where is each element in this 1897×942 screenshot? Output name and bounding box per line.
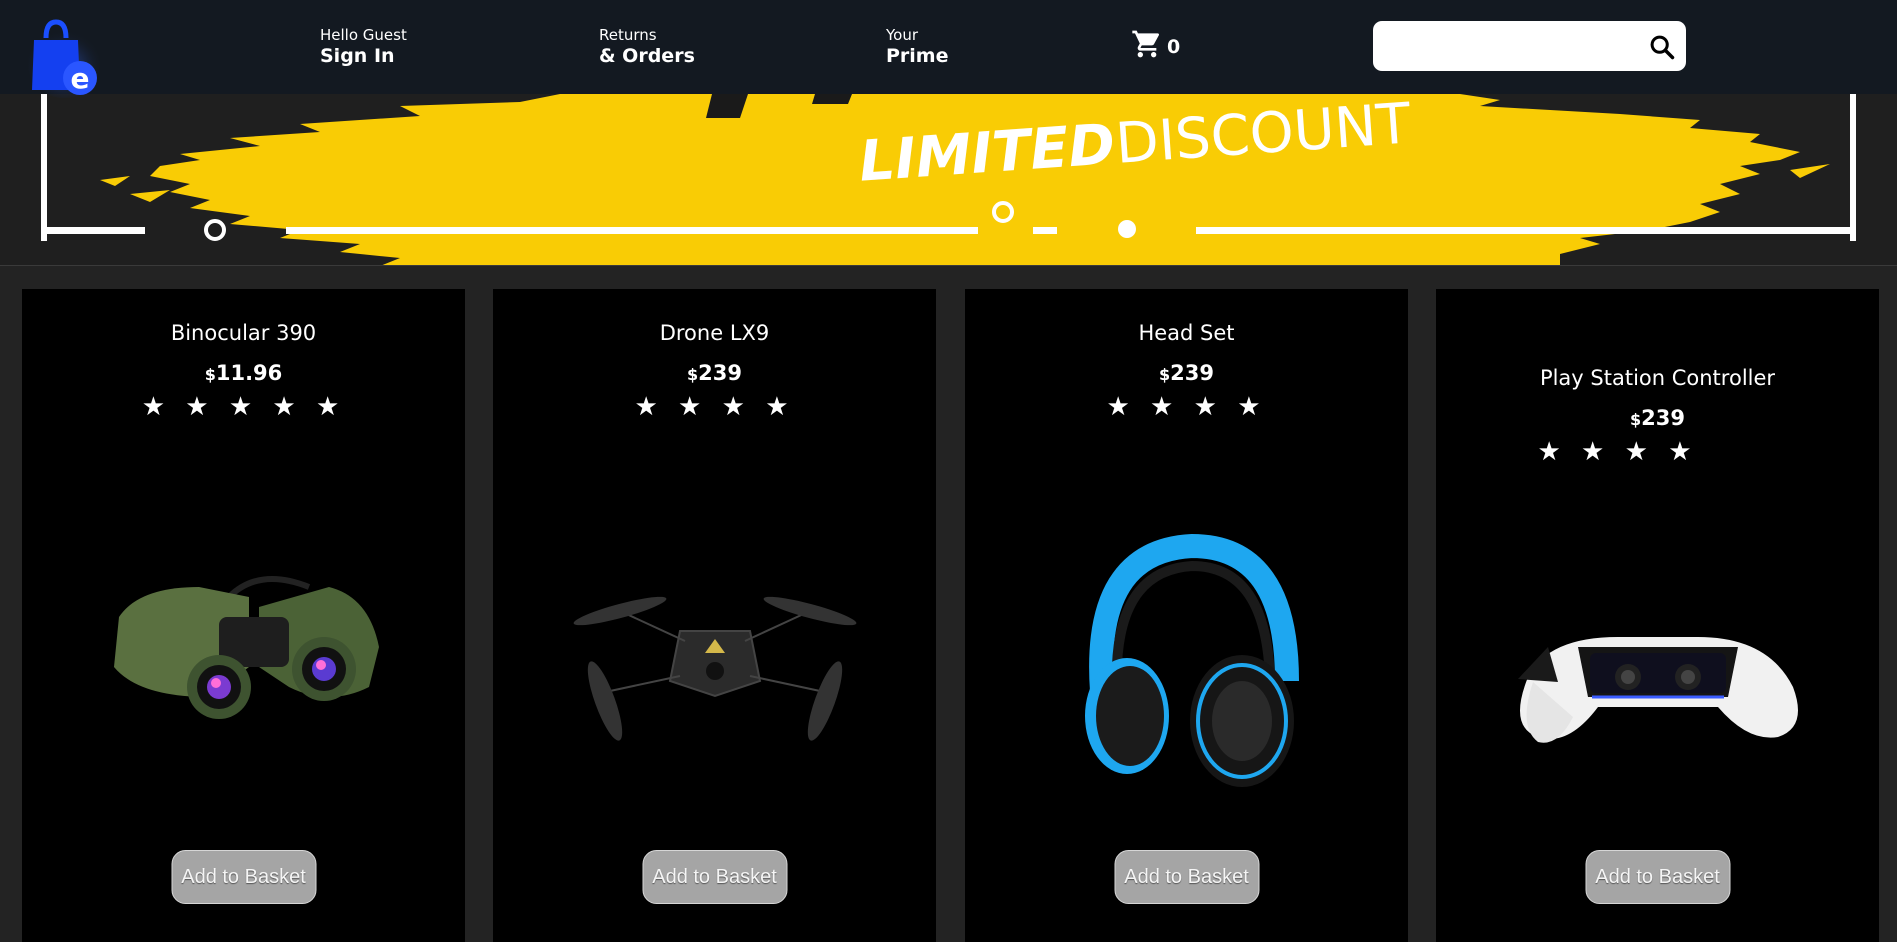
star-rating: ★ ★ ★ ★ (1106, 392, 1267, 422)
logo-icon[interactable]: e (28, 18, 100, 100)
nav-prime-line1: Your (886, 26, 919, 44)
headset-image[interactable] (1072, 531, 1302, 791)
drone-image[interactable] (560, 571, 870, 741)
nav-sign-in-line1: Hello Guest (320, 26, 407, 44)
nav-returns-line1: Returns (599, 26, 657, 44)
currency-symbol: $ (687, 365, 699, 384)
price-value: 239 (1641, 406, 1685, 430)
product-price: $239 (965, 361, 1408, 385)
game-controller-image[interactable] (1508, 607, 1808, 767)
nav-sign-in-line2: Sign In (320, 45, 395, 67)
product-card-headset: Head Set $239 ★ ★ ★ ★ Add to Basket (965, 289, 1408, 942)
search-icon[interactable] (1648, 33, 1676, 61)
basket-link[interactable]: 0 (1131, 28, 1180, 60)
price-value: 239 (1170, 361, 1214, 385)
svg-text:e: e (71, 62, 90, 95)
nav-returns-orders[interactable]: Returns & Orders (599, 26, 695, 68)
product-card-drone: Drone LX9 $239 ★ ★ ★ ★ Add to Basket (493, 289, 936, 942)
product-card-binocular: Binocular 390 $11.96 ★ ★ ★ ★ ★ Add to Ba… (22, 289, 465, 942)
product-title: Play Station Controller (1539, 366, 1776, 390)
cart-icon (1132, 30, 1160, 58)
search-bar (1373, 21, 1686, 71)
binoculars-image[interactable] (99, 557, 389, 727)
header: e Hello Guest Sign In Returns & Orders Y… (0, 0, 1897, 98)
add-to-basket-button[interactable]: Add to Basket (642, 850, 787, 904)
star-rating: ★ ★ ★ ★ (634, 392, 795, 422)
nav-sign-in[interactable]: Hello Guest Sign In (320, 26, 407, 68)
basket-count: 0 (1167, 36, 1181, 58)
product-price: $11.96 (22, 361, 465, 385)
star-rating: ★ ★ ★ ★ (1537, 437, 1698, 467)
banner-divider (0, 265, 1897, 266)
currency-symbol: $ (1630, 410, 1642, 429)
add-to-basket-button[interactable]: Add to Basket (171, 850, 316, 904)
promo-banner[interactable]: LIMITED DISCOUNT (0, 94, 1897, 266)
product-card-controller: Play Station Controller $239 ★ ★ ★ ★ Add… (1436, 289, 1879, 942)
product-price: $239 (1436, 406, 1879, 430)
price-value: 11.96 (215, 361, 283, 385)
currency-symbol: $ (204, 365, 216, 384)
add-to-basket-button[interactable]: Add to Basket (1114, 850, 1259, 904)
nav-returns-line2: & Orders (599, 45, 695, 67)
nav-prime[interactable]: Your Prime (886, 26, 949, 68)
search-input[interactable] (1383, 29, 1637, 63)
product-title: Head Set (1138, 321, 1235, 345)
star-rating: ★ ★ ★ ★ ★ (141, 392, 346, 422)
price-value: 239 (698, 361, 742, 385)
nav-prime-line2: Prime (886, 45, 949, 67)
currency-symbol: $ (1159, 365, 1171, 384)
product-title: Drone LX9 (659, 321, 770, 345)
product-price: $239 (493, 361, 936, 385)
promo-banner-graphic: LIMITED DISCOUNT (41, 94, 1856, 266)
add-to-basket-button[interactable]: Add to Basket (1585, 850, 1730, 904)
product-title: Binocular 390 (170, 321, 317, 345)
